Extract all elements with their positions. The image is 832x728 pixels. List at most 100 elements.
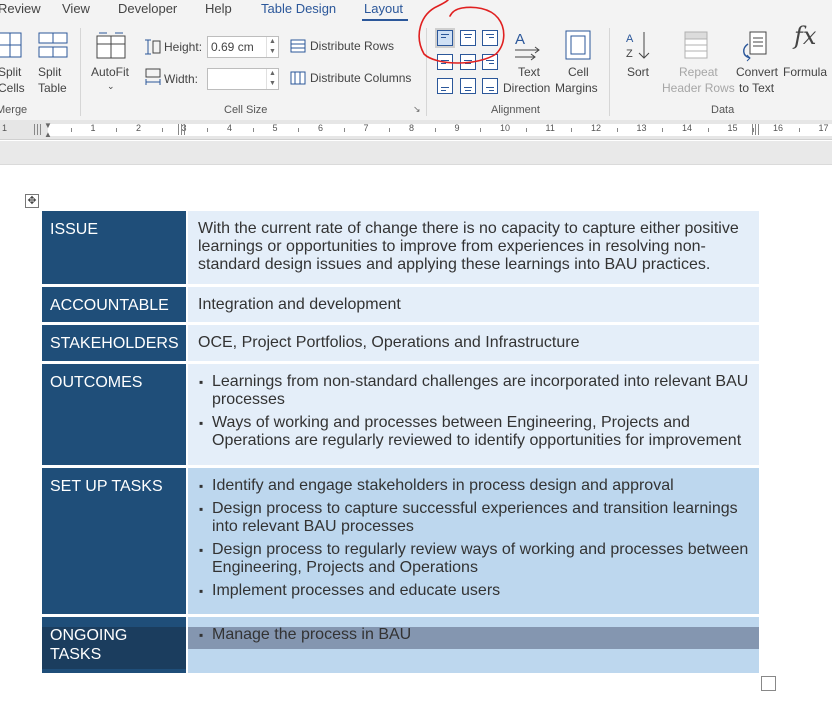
issue-text: With the current rate of change there is…	[198, 220, 739, 273]
tab-developer[interactable]: Developer	[118, 1, 177, 16]
ribbon: Review View Developer Help Table Design …	[0, 0, 832, 120]
row-header[interactable]: ACCOUNTABLE	[42, 287, 186, 322]
bullet-item: Design process to capture successful exp…	[198, 500, 750, 536]
merge-group-label: Merge	[0, 104, 28, 116]
align-bottom-center-button[interactable]	[460, 78, 476, 94]
ruler-tick	[480, 128, 482, 132]
sort-button[interactable]: A Z Sort	[622, 30, 656, 96]
tab-view[interactable]: View	[62, 1, 90, 16]
ruler-number: 17	[818, 123, 829, 133]
distribute-rows-button[interactable]: Distribute Rows	[290, 38, 402, 56]
ruler-tick	[389, 128, 391, 132]
annotation-circle	[418, 0, 505, 64]
accountable-text: Integration and development	[198, 296, 401, 313]
width-input[interactable]: ▲ ▼	[207, 68, 279, 90]
split-cells-icon	[0, 32, 22, 58]
ruler-number: 4	[227, 123, 233, 133]
ruler-number: 13	[636, 123, 647, 133]
group-separator	[609, 28, 610, 116]
cell-size-group-label: Cell Size	[224, 104, 268, 116]
repeat-header-rows-button[interactable]: Repeat Header Rows	[660, 30, 735, 96]
sort-label: Sort	[627, 65, 650, 79]
bullet-item: Identify and engage stakeholders in proc…	[198, 477, 750, 495]
horizontal-ruler[interactable]: 11234567891011121314151617 ▼ ▲	[0, 120, 832, 140]
row-header[interactable]: OUTCOMES	[42, 364, 186, 465]
repeat-label-2: Header Rows	[662, 81, 735, 95]
text-direction-button[interactable]: A Text Direction	[503, 30, 553, 96]
row-content[interactable]: Learnings from non-standard challenges a…	[188, 364, 759, 465]
tab-review[interactable]: Review	[0, 1, 41, 16]
row-content[interactable]: Identify and engage stakeholders in proc…	[188, 468, 759, 614]
table-move-handle-icon[interactable]: ✥	[25, 194, 39, 208]
ruler-number: 15	[727, 123, 738, 133]
row-height-icon	[145, 39, 161, 55]
column-marker[interactable]	[34, 124, 42, 135]
split-cells-button[interactable]: Split Cells	[0, 30, 25, 96]
text-direction-label-1: Text	[518, 65, 541, 79]
ruler-tick	[70, 128, 72, 132]
data-group-label: Data	[711, 104, 735, 116]
ruler-tick	[298, 128, 300, 132]
convert-label-1: Convert	[736, 65, 779, 79]
ruler-tick	[116, 128, 118, 132]
ruler-tick	[571, 128, 573, 132]
row-header[interactable]: STAKEHOLDERS	[42, 325, 186, 361]
bullet-item: Ways of working and processes between En…	[198, 414, 750, 450]
bullet-item: Design process to regularly review ways …	[198, 541, 750, 577]
cell-size-dialog-launcher-icon[interactable]: ↘	[413, 104, 421, 115]
ruler-number: 5	[272, 123, 278, 133]
split-table-label-2: Table	[38, 81, 67, 95]
row-content[interactable]: Manage the process in BAU	[188, 617, 759, 673]
align-bottom-left-button[interactable]	[437, 78, 453, 94]
autofit-icon	[96, 32, 126, 59]
cell-margins-button[interactable]: Cell Margins	[555, 30, 601, 96]
align-bottom-right-button[interactable]	[482, 78, 498, 94]
height-spinner-arrows[interactable]: ▲ ▼	[266, 37, 278, 57]
repeat-header-rows-icon	[684, 31, 708, 59]
cell-margins-icon	[565, 30, 591, 60]
text-direction-label-2: Direction	[503, 81, 551, 95]
row-content[interactable]: With the current rate of change there is…	[188, 211, 759, 284]
width-spinner-arrows[interactable]: ▲ ▼	[266, 69, 278, 89]
alignment-group-label: Alignment	[491, 104, 540, 116]
convert-to-text-button[interactable]: Convert to Text	[734, 30, 780, 96]
ruler-tick	[662, 128, 664, 132]
tab-help[interactable]: Help	[205, 1, 232, 16]
column-marker[interactable]	[178, 124, 186, 135]
row-content[interactable]: OCE, Project Portfolios, Operations and …	[188, 325, 759, 361]
table-resize-handle[interactable]	[761, 676, 776, 691]
split-cells-label-1: Split	[0, 65, 22, 79]
first-line-indent-marker[interactable]: ▼	[44, 121, 52, 130]
ruler-text-area	[48, 124, 832, 136]
ruler-tick	[798, 128, 800, 132]
ruler-number: 16	[773, 123, 784, 133]
split-table-icon	[38, 32, 68, 58]
autofit-button[interactable]: AutoFit ⌄	[90, 30, 132, 96]
document-gutter	[0, 141, 832, 165]
ruler-tick	[207, 128, 209, 132]
formula-button[interactable]: fx Formula	[782, 22, 832, 96]
row-header[interactable]: ISSUE	[42, 211, 186, 284]
group-separator	[80, 28, 81, 116]
formula-icon: fx	[794, 22, 817, 50]
table-row: ONGOING TASKS Manage the process in BAU	[42, 617, 759, 673]
height-input[interactable]: 0.69 cm ▲ ▼	[207, 36, 279, 58]
row-header[interactable]: ONGOING TASKS	[42, 617, 186, 673]
row-content[interactable]: Integration and development	[188, 287, 759, 322]
ruler-number: 1	[90, 123, 96, 133]
active-tab-indicator	[362, 19, 408, 21]
table-row: OUTCOMES Learnings from non-standard cha…	[42, 364, 759, 465]
distribute-columns-button[interactable]: Distribute Columns	[290, 70, 416, 88]
svg-text:Z: Z	[626, 48, 633, 60]
column-marker[interactable]	[752, 124, 760, 135]
tab-layout[interactable]: Layout	[364, 1, 403, 16]
ruler-number: 2	[136, 123, 142, 133]
hanging-indent-marker[interactable]: ▲	[44, 130, 52, 139]
svg-text:A: A	[626, 33, 634, 45]
tab-table-design[interactable]: Table Design	[261, 1, 336, 16]
sort-icon: A Z	[626, 32, 650, 60]
distribute-rows-label: Distribute Rows	[310, 39, 395, 53]
table-row: ISSUE With the current rate of change th…	[42, 211, 759, 284]
row-header[interactable]: SET UP TASKS	[42, 468, 186, 614]
split-table-button[interactable]: Split Table	[36, 30, 70, 96]
